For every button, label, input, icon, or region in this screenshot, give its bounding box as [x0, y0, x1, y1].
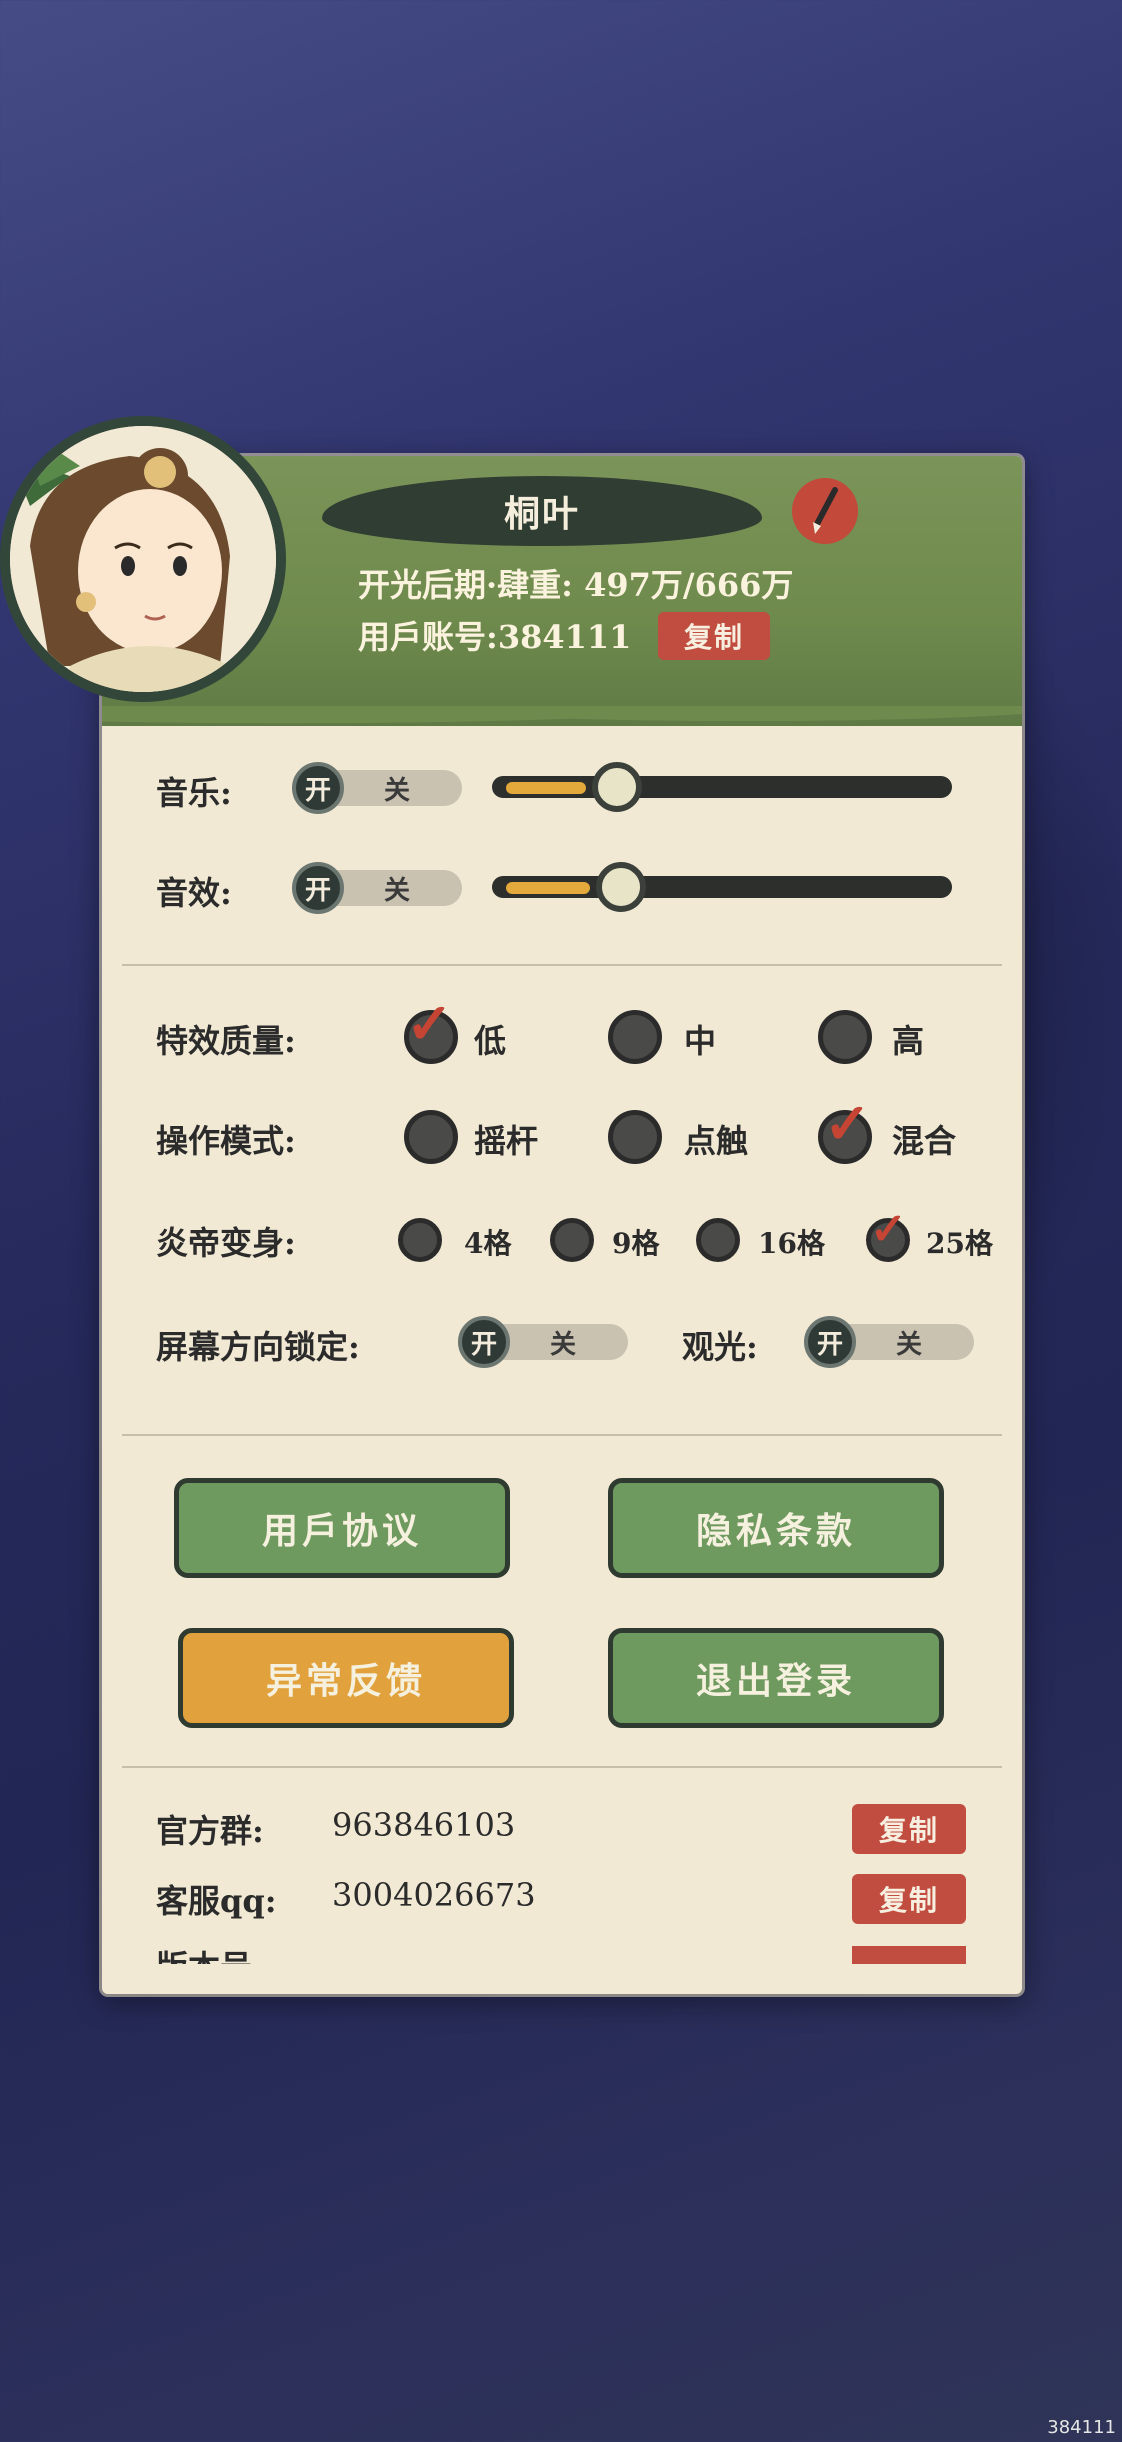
transform-9-radio[interactable] [550, 1218, 594, 1262]
edit-name-button[interactable] [792, 478, 858, 544]
service-label: 客服qq: [156, 1882, 277, 1920]
control-label: 操作模式: [156, 1122, 296, 1160]
effects-low-label: 低 [474, 1022, 507, 1060]
sightseeing-toggle[interactable]: 开 关 [804, 1316, 974, 1368]
effects-high-radio[interactable] [818, 1010, 872, 1064]
transform-4-label: 4格 [464, 1227, 512, 1260]
version-row-clip: 版本号 [102, 1946, 1022, 1964]
copy-service-button[interactable]: 复制 [852, 1874, 966, 1924]
sightseeing-label: 观光: [682, 1328, 758, 1366]
effects-mid-label: 中 [684, 1022, 717, 1060]
transform-4-radio[interactable] [398, 1218, 442, 1262]
realm-label: 开光后期·肆重: [358, 566, 573, 604]
control-touch-label: 点触 [684, 1122, 749, 1160]
brush-icon [813, 487, 838, 534]
check-icon: ✓ [824, 1091, 871, 1157]
character-portrait-icon [10, 426, 276, 692]
avatar[interactable] [0, 416, 286, 702]
check-icon: ✓ [406, 991, 453, 1057]
orientation-toggle[interactable]: 开 关 [458, 1316, 628, 1368]
service-value: 3004026673 [332, 1876, 536, 1914]
check-icon: ✓ [870, 1204, 907, 1255]
copy-account-button[interactable]: 复制 [658, 612, 770, 660]
control-joystick-radio[interactable] [404, 1110, 458, 1164]
settings-panel: 桐叶 开光后期·肆重: 497万/666万 用戶账号:384111 复制 音乐:… [102, 456, 1022, 1994]
music-slider-fill [506, 782, 586, 794]
music-slider-knob[interactable] [592, 762, 642, 812]
control-touch-radio[interactable] [608, 1110, 662, 1164]
privacy-button[interactable]: 隐私条款 [608, 1478, 944, 1578]
copy-group-button[interactable]: 复制 [852, 1804, 966, 1854]
effects-mid-radio[interactable] [608, 1010, 662, 1064]
watermark: 384111 [1047, 2417, 1116, 2438]
control-mixed-label: 混合 [892, 1122, 957, 1160]
player-name: 桐叶 [503, 493, 580, 535]
name-banner: 桐叶 [322, 476, 762, 546]
transform-9-label: 9格 [612, 1227, 660, 1260]
account-row: 用戶账号:384111 [358, 612, 631, 658]
transform-25-label: 25格 [926, 1227, 993, 1260]
orientation-on[interactable]: 开 [458, 1316, 510, 1368]
transform-16-label: 16格 [758, 1227, 825, 1260]
version-label: 版本号 [156, 1946, 252, 1964]
group-label: 官方群: [156, 1812, 264, 1850]
control-joystick-label: 摇杆 [474, 1122, 539, 1160]
sfx-slider-knob[interactable] [596, 862, 646, 912]
music-on[interactable]: 开 [292, 762, 344, 814]
transform-label: 炎帝变身: [156, 1224, 296, 1262]
divider [122, 1434, 1002, 1436]
sfx-toggle[interactable]: 开 关 [292, 862, 462, 914]
orientation-off[interactable]: 关 [550, 1324, 576, 1361]
sfx-slider-fill [506, 882, 590, 894]
music-toggle[interactable]: 开 关 [292, 762, 462, 814]
copy-version-button[interactable] [852, 1946, 966, 1964]
sightseeing-on[interactable]: 开 [804, 1316, 856, 1368]
account-label: 用戶账号: [358, 618, 498, 656]
divider [122, 1766, 1002, 1768]
user-agreement-button[interactable]: 用戶协议 [174, 1478, 510, 1578]
realm-row: 开光后期·肆重: 497万/666万 [358, 560, 793, 606]
music-label: 音乐: [156, 774, 232, 812]
sfx-on[interactable]: 开 [292, 862, 344, 914]
music-slider[interactable] [492, 762, 952, 812]
divider [122, 964, 1002, 966]
orientation-label: 屏幕方向锁定: [156, 1328, 360, 1366]
sightseeing-off[interactable]: 关 [896, 1324, 922, 1361]
sfx-label: 音效: [156, 874, 232, 912]
account-id: 384111 [497, 618, 632, 656]
sfx-off[interactable]: 关 [384, 870, 410, 907]
realm-value: 497万/666万 [584, 566, 794, 604]
group-value: 963846103 [332, 1806, 516, 1844]
transform-16-radio[interactable] [696, 1218, 740, 1262]
logout-button[interactable]: 退出登录 [608, 1628, 944, 1728]
sfx-slider[interactable] [492, 862, 952, 912]
effects-high-label: 高 [892, 1022, 925, 1060]
feedback-button[interactable]: 异常反馈 [178, 1628, 514, 1728]
music-off[interactable]: 关 [384, 770, 410, 807]
effects-label: 特效质量: [156, 1022, 296, 1060]
